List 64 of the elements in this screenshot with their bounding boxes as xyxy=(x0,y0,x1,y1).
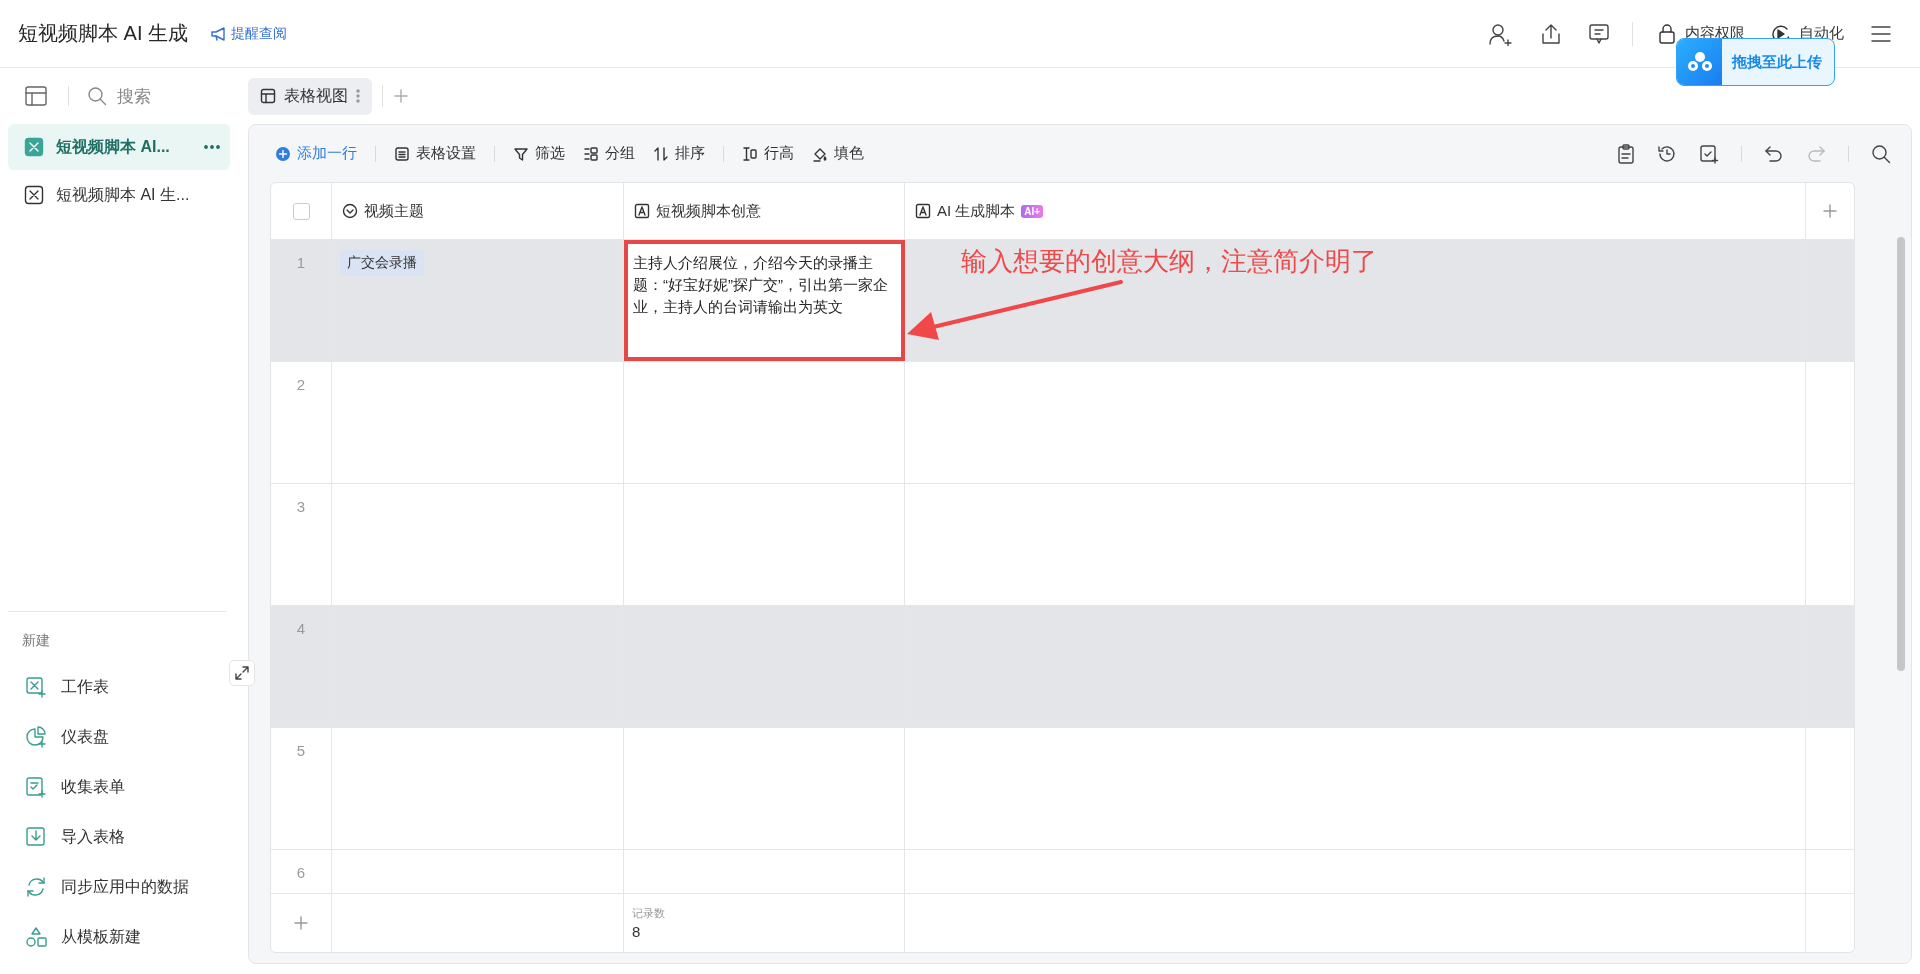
form-icon xyxy=(25,776,47,798)
summary-label: 记录数 xyxy=(632,906,666,921)
search-icon xyxy=(87,86,107,106)
template-icon xyxy=(25,926,47,948)
sheet-item[interactable]: 短视频脚本 AI 生... xyxy=(8,172,230,218)
toolbar-button[interactable]: 筛选 xyxy=(513,144,565,163)
text-field-icon xyxy=(634,203,650,219)
sync-icon xyxy=(25,876,47,898)
scrollbar[interactable] xyxy=(1897,237,1905,671)
sheet-icon xyxy=(24,185,44,205)
group-icon xyxy=(583,145,599,162)
ai-badge: AI+ xyxy=(1021,204,1044,218)
column-header[interactable]: 短视频脚本创意 xyxy=(624,183,905,239)
sheet-icon xyxy=(24,137,44,157)
sort-icon xyxy=(653,145,669,162)
lock-icon xyxy=(1657,22,1677,45)
cloud-icon xyxy=(1685,50,1714,74)
reminder-link[interactable]: 提醒查阅 xyxy=(210,24,287,43)
table-icon xyxy=(260,88,276,104)
megaphone-icon xyxy=(210,25,228,42)
plus-drawing xyxy=(293,915,309,931)
sheet-item[interactable]: 短视频脚本 AI... xyxy=(8,124,230,170)
row-number: 2 xyxy=(271,362,332,483)
search-field[interactable]: 搜索 xyxy=(87,84,151,108)
section-title: 新建 xyxy=(21,631,51,650)
more-icon[interactable] xyxy=(204,145,220,149)
plus-drawing xyxy=(393,88,409,104)
expand-button[interactable] xyxy=(229,660,255,686)
row-height-icon xyxy=(742,145,758,162)
dashboard-icon xyxy=(25,726,47,748)
row-number: 4 xyxy=(271,606,332,727)
toolbar-button[interactable]: 添加一行 xyxy=(275,144,357,163)
column-header[interactable]: AI 生成脚本 AI+ xyxy=(905,183,1806,239)
row-number: 3 xyxy=(271,484,332,605)
dropdown-circle-icon xyxy=(342,203,358,219)
document-title: 短视频脚本 AI 生成 xyxy=(18,21,188,46)
text-field-icon xyxy=(915,203,931,219)
view-tab[interactable]: 表格视图 xyxy=(248,77,372,115)
sheet-icon xyxy=(25,676,47,698)
row-number: 1 xyxy=(271,240,332,361)
toolbar-button[interactable]: 填色 xyxy=(812,144,864,163)
table-cell[interactable]: 主持人介绍展位，介绍今天的录播主题：“好宝好妮”探广交”，引出第一家企业，主持人的台词请输出为英文 xyxy=(624,240,905,361)
option-tag: 广交会录播 xyxy=(340,250,424,276)
expand-icon xyxy=(234,665,250,681)
annotation-text: 输入想要的创意大纲，注意简介明了 xyxy=(961,245,1377,278)
toolbar-button[interactable]: 分组 xyxy=(583,144,635,163)
create-item[interactable]: 同步应用中的数据 xyxy=(8,862,240,912)
plus-drawing xyxy=(1822,203,1838,219)
row-number: 6 xyxy=(271,850,332,893)
import-icon xyxy=(25,826,47,848)
filter-icon xyxy=(513,145,529,162)
plus-circle-icon xyxy=(275,145,291,162)
create-item[interactable]: 导入表格 xyxy=(8,812,240,862)
select-all-checkbox[interactable] xyxy=(292,202,310,220)
toolbar-button[interactable]: 表格设置 xyxy=(394,144,476,163)
create-item[interactable]: 从模板新建 xyxy=(8,912,240,962)
create-item[interactable]: 仪表盘 xyxy=(8,712,240,762)
column-header[interactable]: 视频主题 xyxy=(332,183,624,239)
list-icon xyxy=(394,145,410,162)
row-number: 5 xyxy=(271,728,332,849)
create-item[interactable]: 收集表单 xyxy=(8,762,240,812)
toolbar-button[interactable]: 行高 xyxy=(742,144,794,163)
toolbar-button[interactable]: 排序 xyxy=(653,144,705,163)
record-count: 8 xyxy=(632,923,642,940)
